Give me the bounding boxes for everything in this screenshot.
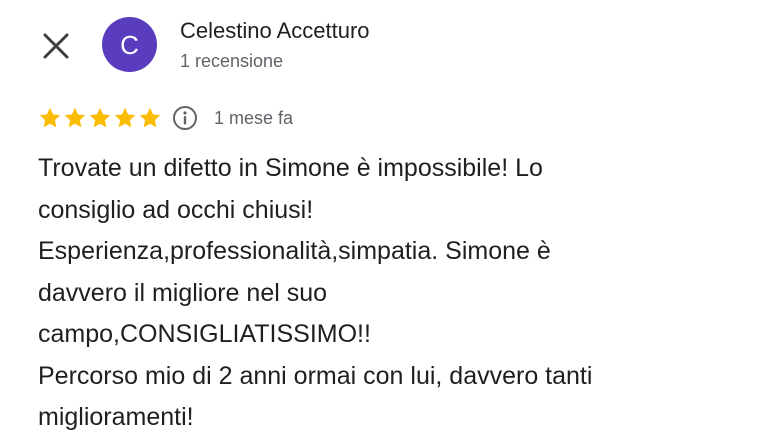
author-review-count: 1 recensione: [180, 51, 284, 71]
info-icon: [173, 106, 197, 130]
star-icon: [64, 107, 86, 128]
star-icon: [114, 107, 136, 128]
review-line: consiglio ad occhi chiusi!: [38, 195, 314, 224]
review-date: 1 mese fa: [214, 107, 294, 128]
star-icon: [139, 107, 161, 128]
author-name[interactable]: Celestino Accetturo: [180, 18, 370, 44]
rating-row: 1 mese fa: [38, 104, 293, 132]
review-line: Trovate un difetto in Simone è impossibi…: [38, 154, 543, 182]
review-line: Percorso mio di 2 anni ormai con lui, da…: [38, 361, 593, 390]
review-line: campo,CONSIGLIATISSIMO!!: [38, 320, 371, 348]
review-line: Esperienza,professionalità,simpatia. Sim…: [38, 237, 551, 265]
avatar-letter: C: [120, 29, 139, 60]
star-rating: [38, 106, 162, 130]
review-text: Trovate un difetto in Simone è impossibi…: [38, 148, 738, 439]
review-line: miglioramenti!: [38, 403, 194, 431]
info-button[interactable]: [172, 105, 198, 131]
review-line: davvero il migliore nel suo: [38, 278, 328, 307]
author-info: Celestino Accetturo 1 recensione: [180, 18, 370, 72]
close-icon: [43, 33, 69, 59]
avatar[interactable]: C: [102, 17, 157, 72]
star-icon: [89, 107, 111, 128]
close-button[interactable]: [38, 28, 74, 64]
star-icon: [39, 107, 61, 128]
